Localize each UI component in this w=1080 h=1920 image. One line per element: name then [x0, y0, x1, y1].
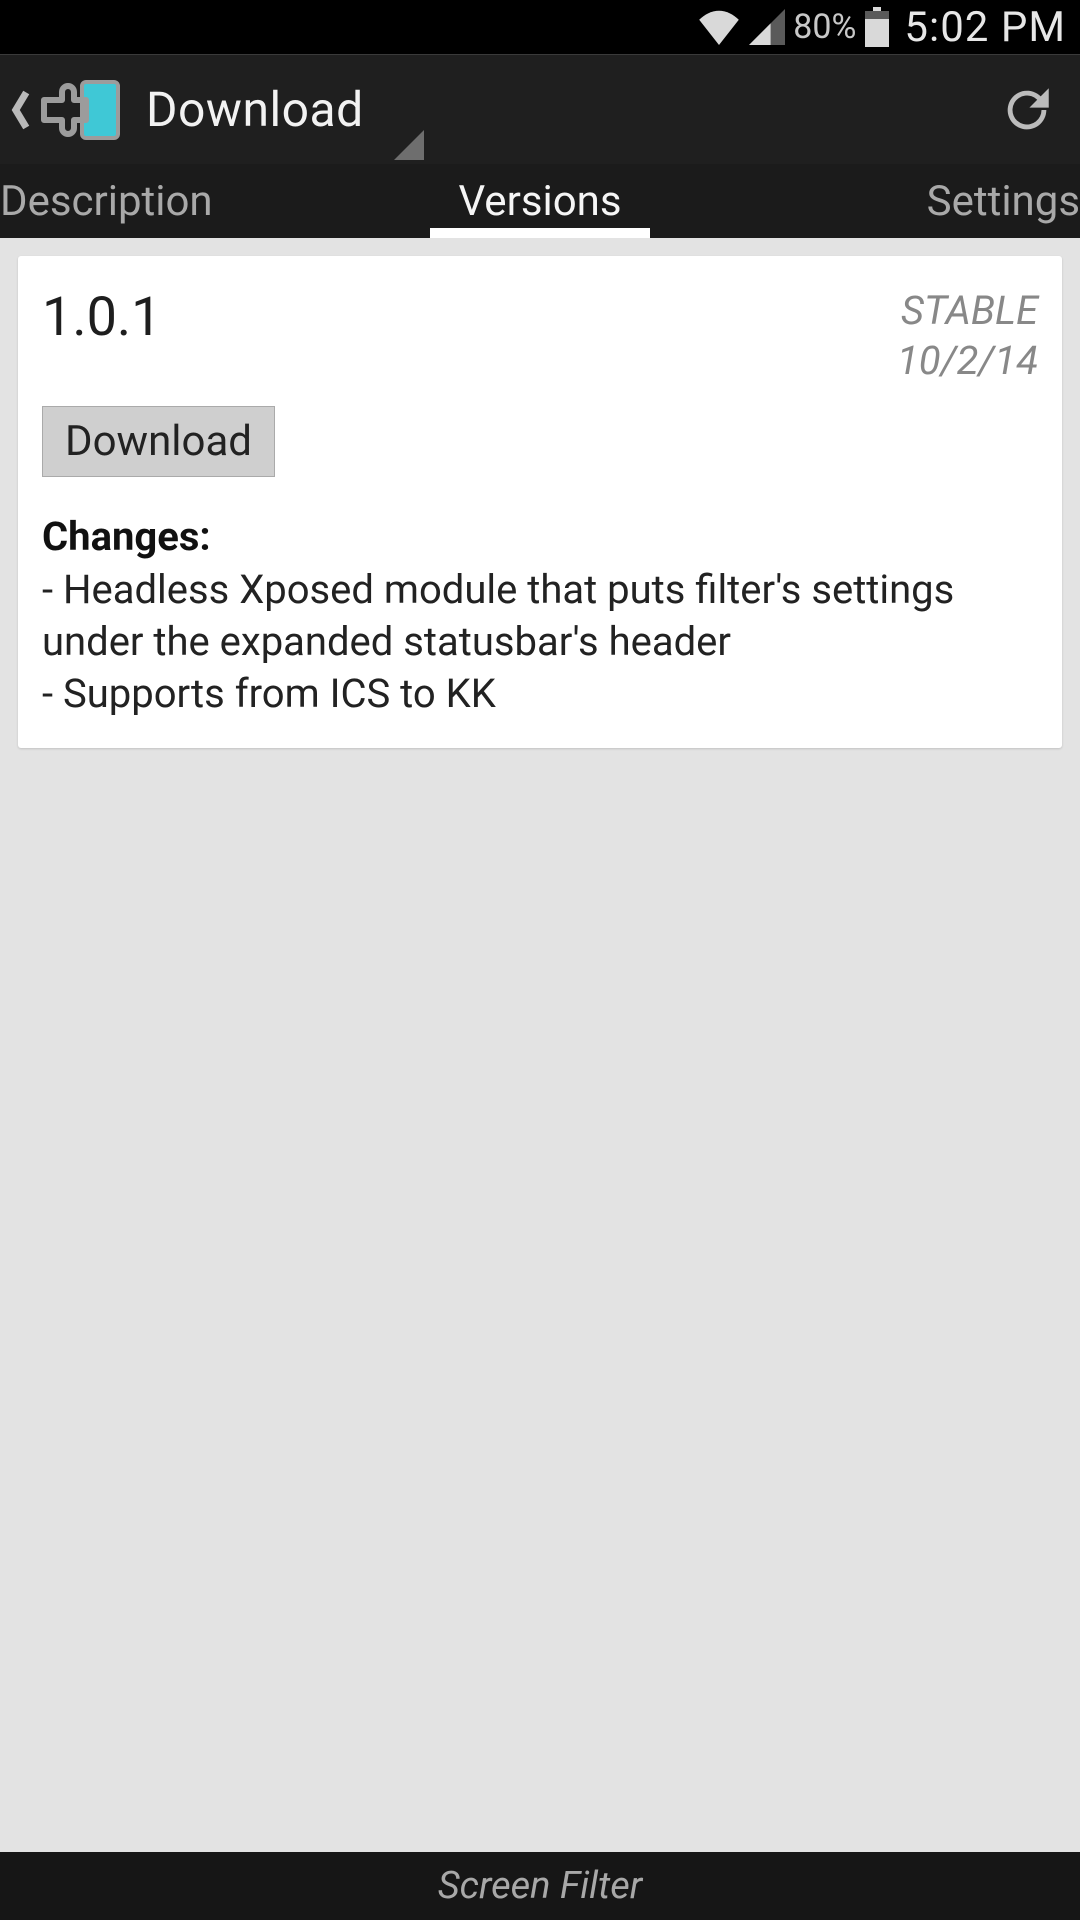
download-button[interactable]: Download	[42, 406, 275, 477]
tab-description[interactable]: Description	[0, 164, 360, 238]
actionbar: Download	[0, 54, 1080, 164]
refresh-button[interactable]	[992, 75, 1062, 145]
dropdown-indicator-icon	[394, 130, 424, 160]
tab-bar: Description Versions Settings	[0, 164, 1080, 238]
back-button[interactable]	[8, 85, 34, 135]
tab-label: Settings	[927, 177, 1080, 226]
clock: 5:02 PM	[904, 3, 1066, 52]
tab-label: Description	[0, 177, 213, 226]
version-meta: STABLE 10/2/14	[897, 286, 1038, 386]
cell-signal-icon	[749, 9, 785, 45]
statusbar: 80% 5:02 PM	[0, 0, 1080, 54]
actionbar-title-spinner[interactable]: Download	[146, 81, 424, 138]
actionbar-title-text: Download	[146, 81, 364, 138]
changes-heading: Changes:	[42, 513, 1038, 560]
release-date: 10/2/14	[897, 336, 1038, 386]
footer-bar[interactable]: Screen Filter	[0, 1852, 1080, 1920]
changes-body: - Headless Xposed module that puts filte…	[42, 564, 1038, 720]
tab-versions[interactable]: Versions	[360, 164, 720, 238]
battery-icon	[864, 7, 890, 47]
footer-label: Screen Filter	[438, 1864, 642, 1908]
wifi-icon	[697, 9, 741, 45]
content-area[interactable]: 1.0.1 STABLE 10/2/14 Download Changes: -…	[0, 238, 1080, 1852]
version-number: 1.0.1	[42, 286, 162, 349]
tab-label: Versions	[458, 177, 621, 226]
version-card: 1.0.1 STABLE 10/2/14 Download Changes: -…	[18, 256, 1062, 748]
tab-settings[interactable]: Settings	[720, 164, 1080, 238]
battery-percentage: 80%	[793, 7, 856, 47]
app-icon[interactable]	[38, 76, 124, 144]
stability-label: STABLE	[897, 286, 1038, 336]
